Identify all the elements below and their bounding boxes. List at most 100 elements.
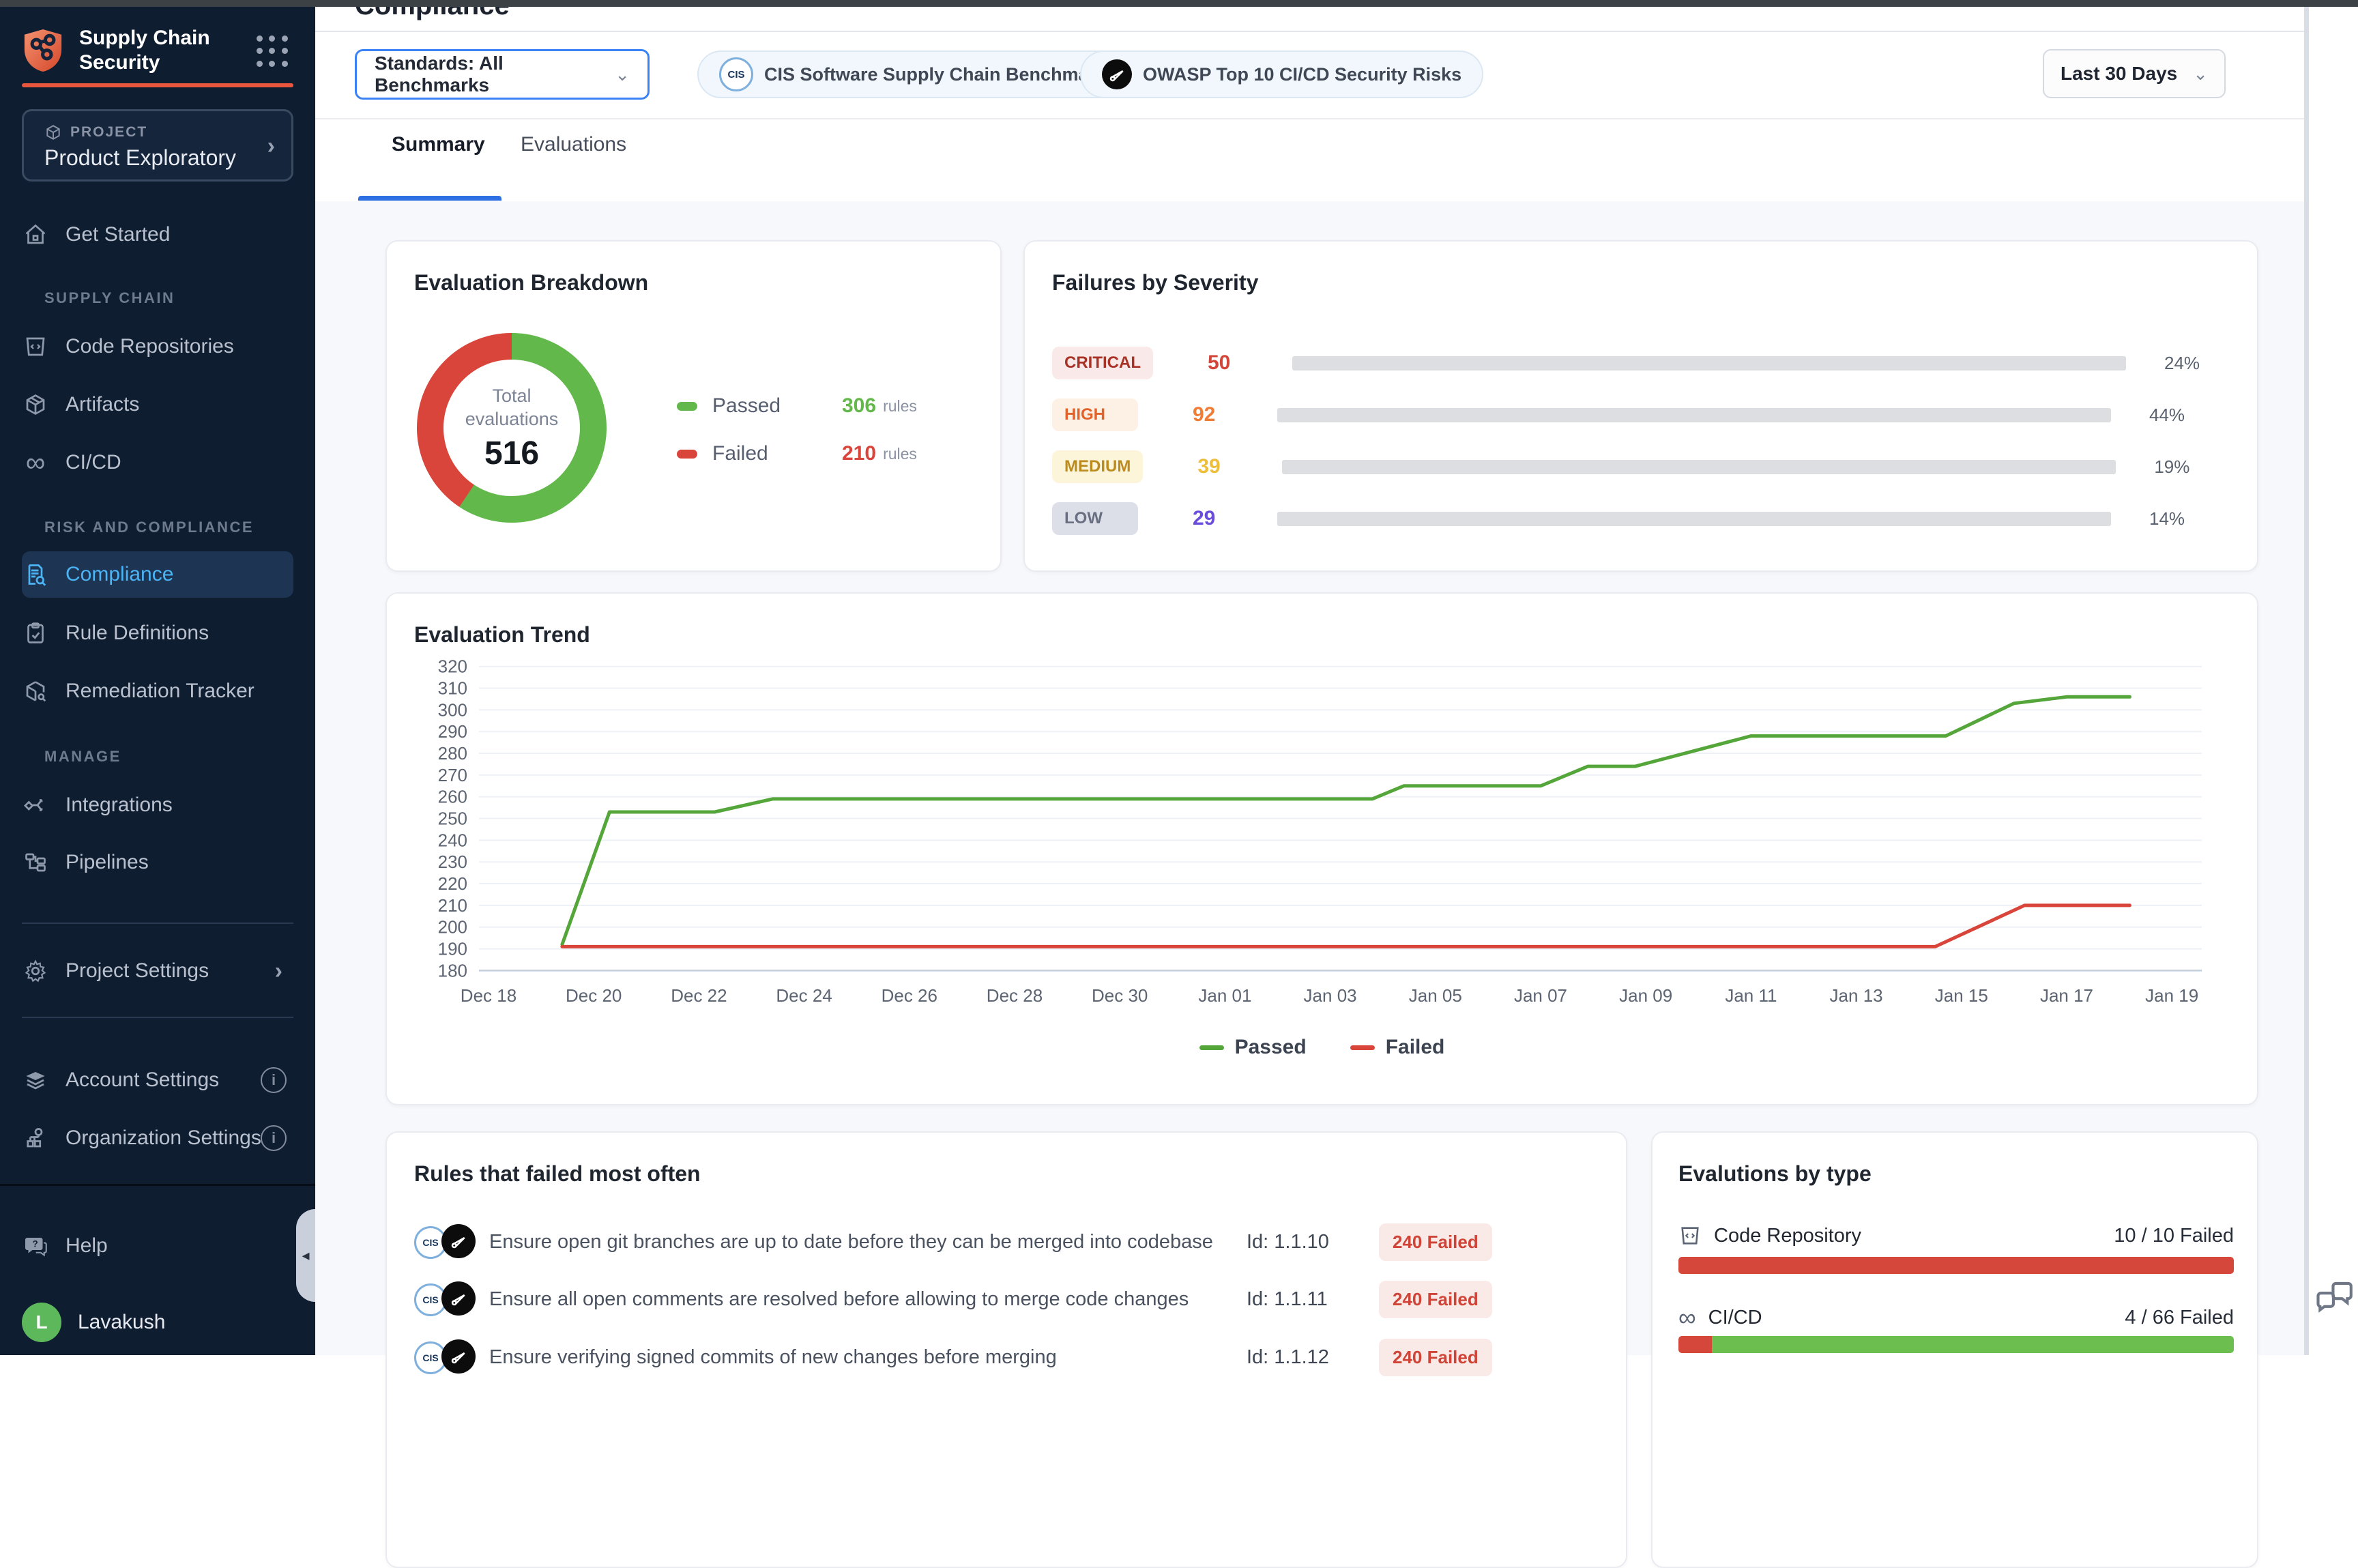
standards-filter-dropdown[interactable]: Standards: All Benchmarks ⌄ bbox=[355, 49, 650, 100]
svg-text:Dec 18: Dec 18 bbox=[461, 985, 516, 1006]
sidebar-item-label: Get Started bbox=[66, 223, 170, 246]
header-divider bbox=[315, 31, 2304, 32]
svg-text:230: 230 bbox=[438, 852, 467, 872]
tab-evaluations[interactable]: Evaluations bbox=[521, 133, 626, 156]
svg-text:Dec 20: Dec 20 bbox=[566, 985, 622, 1006]
severity-badge: HIGH bbox=[1052, 398, 1138, 431]
severity-badge: MEDIUM bbox=[1052, 450, 1143, 483]
chevron-right-icon: › bbox=[275, 958, 282, 985]
sidebar-divider bbox=[22, 923, 293, 924]
type-value: 10 / 10 Failed bbox=[2114, 1225, 2234, 1247]
sidebar-item-cicd[interactable]: ∞ CI/CD bbox=[22, 441, 293, 484]
sidebar-item-organization-settings[interactable]: Organization Settings i bbox=[22, 1116, 293, 1160]
date-range-dropdown[interactable]: Last 30 Days ⌄ bbox=[2043, 49, 2226, 98]
user-menu[interactable]: L Lavakush bbox=[22, 1301, 293, 1344]
rule-id: Id: 1.1.11 bbox=[1247, 1288, 1363, 1311]
sidebar-item-project-settings[interactable]: Project Settings › bbox=[22, 949, 293, 993]
chevron-down-icon: ⌄ bbox=[615, 64, 630, 85]
svg-text:220: 220 bbox=[438, 873, 467, 894]
svg-text:?: ? bbox=[33, 1239, 38, 1249]
compliance-doc-search-icon bbox=[22, 561, 49, 588]
rule-row[interactable]: CIS Ensure open git branches are up to d… bbox=[414, 1220, 1601, 1264]
scrollbar-gutter[interactable] bbox=[2304, 7, 2358, 1355]
sidebar-item-rule-definitions[interactable]: Rule Definitions bbox=[22, 611, 293, 655]
sidebar-item-pipelines[interactable]: Pipelines bbox=[22, 841, 293, 884]
sidebar-item-account-settings[interactable]: Account Settings i bbox=[22, 1058, 293, 1102]
card-evaluations-by-type: Evalutions by type Code Repository 10 / … bbox=[1651, 1131, 2258, 1568]
shield-logo-icon bbox=[22, 28, 64, 73]
info-icon[interactable]: i bbox=[261, 1067, 287, 1093]
help-chat-icon: ? bbox=[22, 1232, 49, 1260]
active-tab-indicator bbox=[358, 196, 501, 201]
passed-value: 306 bbox=[842, 394, 876, 418]
owasp-logo-icon bbox=[441, 1281, 476, 1316]
sidebar-item-label: Artifacts bbox=[66, 393, 139, 416]
card-title: Evalutions by type bbox=[1678, 1161, 1872, 1187]
info-icon[interactable]: i bbox=[261, 1125, 287, 1151]
sidebar-item-artifacts[interactable]: Artifacts bbox=[22, 383, 293, 426]
sidebar-item-label: Account Settings bbox=[66, 1069, 219, 1092]
sidebar-item-code-repositories[interactable]: Code Repositories bbox=[22, 325, 293, 368]
card-rules-failed-most: Rules that failed most often CIS Ensure … bbox=[385, 1131, 1627, 1568]
sidebar-item-remediation-tracker[interactable]: Remediation Tracker bbox=[22, 669, 293, 713]
standards-filter-value: Standards: All Benchmarks bbox=[375, 53, 615, 96]
chat-support-button[interactable] bbox=[2313, 1275, 2355, 1317]
svg-text:Jan 05: Jan 05 bbox=[1409, 985, 1462, 1006]
svg-text:300: 300 bbox=[438, 699, 467, 720]
sidebar-item-label: Integrations bbox=[66, 794, 173, 817]
sidebar-collapse-handle[interactable]: ◂ bbox=[296, 1209, 315, 1302]
svg-text:Dec 28: Dec 28 bbox=[987, 985, 1043, 1006]
sidebar-item-help[interactable]: ? Help bbox=[22, 1224, 293, 1268]
severity-row-medium: MEDIUM 39 19% bbox=[1052, 448, 2232, 486]
sidebar-item-integrations[interactable]: Integrations bbox=[22, 783, 293, 827]
project-name: Product Exploratory bbox=[44, 145, 236, 171]
svg-text:Jan 15: Jan 15 bbox=[1935, 985, 1988, 1006]
passed-label: Passed bbox=[712, 394, 842, 418]
severity-count: 50 bbox=[1208, 351, 1283, 375]
failed-count-badge: 240 Failed bbox=[1379, 1339, 1492, 1376]
severity-row-high: HIGH 92 44% bbox=[1052, 396, 2232, 434]
tab-summary[interactable]: Summary bbox=[392, 133, 485, 156]
severity-count: 92 bbox=[1193, 403, 1268, 426]
app-logo: Supply Chain Security bbox=[22, 26, 210, 75]
rules-suffix: rules bbox=[883, 445, 917, 463]
speech-bubbles-icon bbox=[2313, 1275, 2355, 1317]
svg-text:Jan 11: Jan 11 bbox=[1725, 985, 1777, 1006]
rule-source-icons: CIS bbox=[414, 1223, 489, 1261]
rule-row[interactable]: CIS Ensure verifying signed commits of n… bbox=[414, 1335, 1601, 1379]
benchmark-chip-owasp[interactable]: OWASP Top 10 CI/CD Security Risks bbox=[1080, 50, 1483, 98]
svg-text:Jan 07: Jan 07 bbox=[1514, 985, 1567, 1006]
donut-caption: Total bbox=[492, 386, 531, 406]
svg-text:180: 180 bbox=[438, 960, 467, 981]
failed-count-badge: 240 Failed bbox=[1379, 1223, 1492, 1261]
sidebar-item-label: Project Settings bbox=[66, 959, 209, 983]
svg-text:320: 320 bbox=[438, 656, 467, 677]
svg-text:Dec 22: Dec 22 bbox=[671, 985, 727, 1006]
owasp-logo-icon bbox=[441, 1339, 476, 1374]
sidebar-item-get-started[interactable]: Get Started bbox=[22, 213, 293, 257]
svg-text:Jan 13: Jan 13 bbox=[1830, 985, 1883, 1006]
package-icon bbox=[22, 391, 49, 418]
page-header: Compliance Standards: All Benchmarks ⌄ C… bbox=[315, 7, 2304, 201]
rule-source-icons: CIS bbox=[414, 1280, 489, 1318]
failed-value: 210 bbox=[842, 442, 876, 465]
app-switcher-icon[interactable] bbox=[257, 35, 289, 68]
rule-row[interactable]: CIS Ensure all open comments are resolve… bbox=[414, 1277, 1601, 1321]
project-selector[interactable]: PROJECT Product Exploratory › bbox=[22, 109, 293, 182]
failed-line-swatch bbox=[1350, 1045, 1375, 1050]
svg-text:310: 310 bbox=[438, 678, 467, 699]
sidebar-item-compliance[interactable]: Compliance bbox=[22, 551, 293, 598]
main-content: Evaluation Breakdown Total evaluations 5… bbox=[315, 201, 2304, 1355]
svg-text:210: 210 bbox=[438, 895, 467, 916]
filters-divider bbox=[315, 118, 2304, 119]
date-range-value: Last 30 Days bbox=[2061, 63, 2177, 85]
legend-row-passed: Passed 306 rules bbox=[677, 390, 977, 422]
box-wrench-icon bbox=[22, 678, 49, 705]
svg-text:200: 200 bbox=[438, 917, 467, 938]
user-name: Lavakush bbox=[78, 1311, 165, 1334]
svg-text:290: 290 bbox=[438, 721, 467, 742]
rule-source-icons: CIS bbox=[414, 1338, 489, 1376]
owasp-logo-icon bbox=[1102, 59, 1132, 89]
svg-text:Jan 19: Jan 19 bbox=[2145, 985, 2198, 1006]
severity-row-critical: CRITICAL 50 24% bbox=[1052, 344, 2232, 382]
